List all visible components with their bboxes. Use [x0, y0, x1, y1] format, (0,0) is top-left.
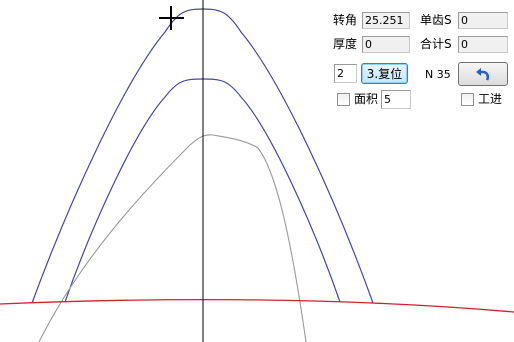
area-field[interactable]: 5 — [381, 90, 411, 109]
rotation-label: 转角 — [333, 13, 358, 27]
reset-button[interactable]: 3.复位 — [361, 63, 408, 84]
feed-checkbox[interactable] — [461, 93, 474, 106]
total-field[interactable]: 0 — [458, 36, 508, 53]
single-tooth-label: 单齿S — [420, 13, 452, 27]
base-arc — [0, 298, 514, 313]
profile-canvas[interactable] — [0, 0, 514, 342]
undo-arrow-icon — [476, 67, 490, 81]
total-label: 合计S — [420, 37, 452, 51]
crosshair-cursor-icon — [159, 6, 184, 30]
measured-profile — [38, 134, 307, 342]
feed-label: 工进 — [478, 92, 503, 106]
area-label: 面积 — [354, 92, 379, 106]
n-count-label: N 35 — [425, 68, 451, 81]
rotation-field[interactable]: 25.251 — [362, 12, 410, 29]
single-tooth-field[interactable]: 0 — [458, 12, 508, 29]
step-field[interactable]: 2 — [334, 64, 357, 83]
thickness-label: 厚度 — [333, 37, 358, 51]
thickness-field[interactable]: 0 — [362, 36, 410, 53]
undo-button[interactable] — [458, 62, 508, 86]
area-checkbox[interactable] — [337, 93, 350, 106]
